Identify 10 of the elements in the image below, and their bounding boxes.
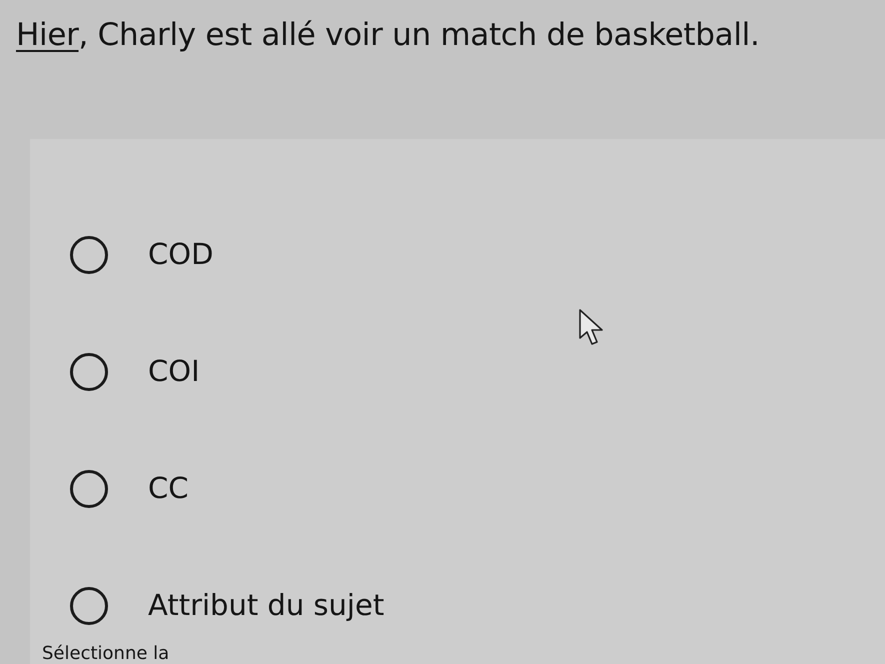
- instruction-text: Sélectionne la: [42, 642, 170, 664]
- question-text: Hier, Charly est allé voir un match de basketball.: [15, 16, 761, 55]
- option-label[interactable]: COI: [148, 350, 200, 394]
- radio-button[interactable]: [70, 587, 108, 625]
- radio-button[interactable]: [70, 353, 108, 391]
- radio-button[interactable]: [70, 236, 108, 274]
- option-label[interactable]: Attribut du sujet: [148, 584, 384, 628]
- option-label[interactable]: CC: [148, 467, 188, 511]
- radio-button[interactable]: [70, 470, 108, 508]
- option-label[interactable]: COD: [148, 233, 214, 277]
